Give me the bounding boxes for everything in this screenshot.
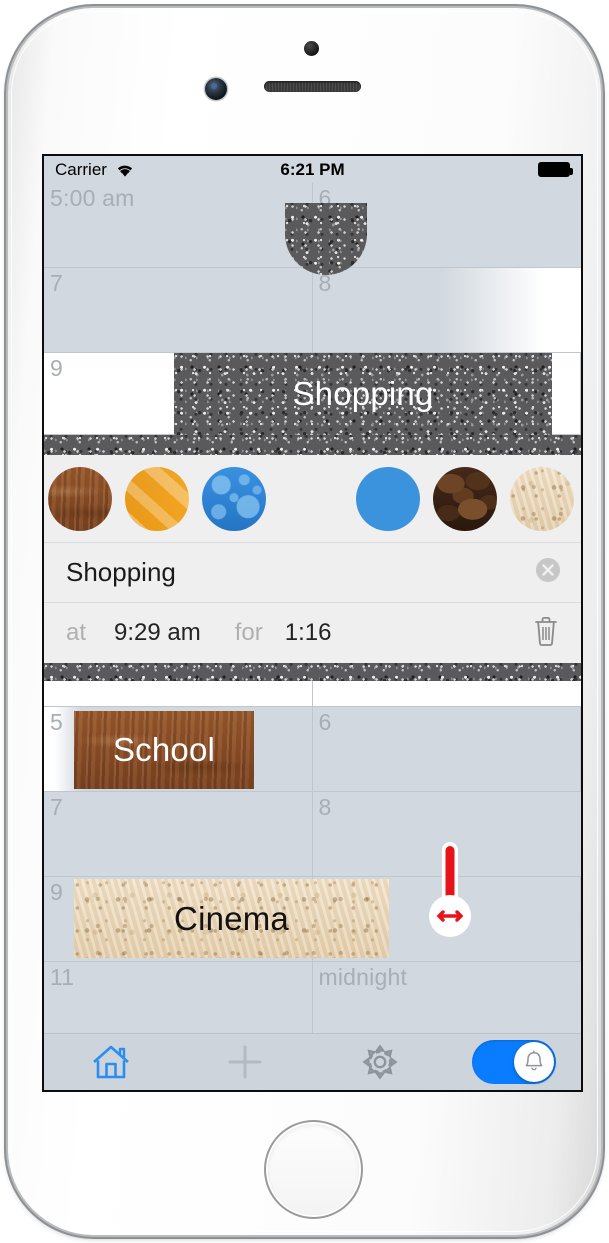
hour-label: 9 (50, 355, 63, 381)
hour-label: 9 (50, 879, 63, 905)
event-title: Shopping (292, 375, 434, 412)
resize-handle[interactable] (427, 842, 473, 940)
calendar-cell[interactable]: 5:00 am (44, 183, 313, 268)
swatch-bubbles[interactable] (202, 466, 266, 531)
event-title-value[interactable]: Shopping (66, 557, 176, 588)
hour-label: 5:00 am (50, 185, 135, 211)
calendar-cell[interactable]: 7 (44, 792, 313, 877)
event-duration[interactable]: 1:16 (285, 619, 332, 647)
toolbar-home-button[interactable] (44, 1043, 178, 1081)
calendar-cell[interactable]: 6 (312, 707, 581, 792)
status-bar: Carrier 6:21 PM (44, 156, 581, 183)
calendar-event-shopping[interactable]: Shopping (174, 353, 552, 435)
front-camera-icon (205, 78, 227, 100)
selected-texture-band (44, 435, 581, 455)
event-start-time[interactable]: 9:29 am (114, 619, 201, 647)
calendar-cell[interactable]: 7 (44, 268, 313, 353)
calendar-cell[interactable]: 8 (312, 268, 581, 353)
calendar-event-cinema[interactable]: Cinema (74, 879, 389, 958)
hour-label: 6 (318, 709, 332, 735)
swatch-coffee[interactable] (433, 466, 497, 531)
hour-label: 5 (50, 709, 63, 735)
event-detail-panel: Shopping at 9:29 am for 1:16 (44, 455, 581, 681)
toolbar-alerts-toggle-cell (447, 1040, 581, 1084)
calendar-row: 9 Cinema (44, 877, 581, 962)
for-label: for (234, 619, 263, 646)
color-picker (44, 455, 581, 543)
wifi-icon (117, 165, 133, 177)
event-title: School (112, 731, 216, 768)
at-label: at (66, 619, 87, 646)
calendar-cell[interactable] (44, 681, 313, 707)
calendar-row: 7 8 (44, 792, 581, 877)
swatch-cork[interactable] (510, 466, 574, 531)
calendar-cell[interactable] (312, 681, 581, 707)
phone-device: Carrier 6:21 PM 5:00 am 6 7 8 9 Shopping… (8, 8, 601, 1235)
proximity-sensor-icon (304, 41, 319, 56)
toolbar-add-button[interactable] (178, 1043, 312, 1081)
calendar-event-school[interactable]: School (74, 711, 254, 789)
home-button[interactable] (264, 1120, 363, 1219)
hour-label: 8 (318, 794, 332, 820)
carrier-label: Carrier (55, 159, 107, 179)
event-title: Cinema (174, 899, 289, 937)
status-bar-right (538, 162, 573, 177)
toggle-knob (513, 1042, 554, 1082)
calendar-row: 5 6 School (44, 707, 581, 792)
event-title-row: Shopping (44, 543, 581, 603)
toolbar-settings-button[interactable] (313, 1042, 447, 1082)
earpiece-speaker (264, 81, 361, 92)
hour-label: 7 (50, 794, 63, 820)
event-time-row: at 9:29 am for 1:16 (44, 603, 581, 663)
calendar-row (44, 681, 581, 707)
hour-label: midnight (318, 964, 408, 990)
swatch-blue[interactable] (356, 466, 420, 531)
status-bar-left: Carrier (55, 160, 136, 180)
hour-label: 7 (50, 270, 63, 296)
swatch-wood[interactable] (48, 466, 112, 531)
home-icon (93, 1045, 129, 1079)
bell-icon (525, 1050, 543, 1071)
gear-icon (362, 1044, 398, 1080)
phone-screen: Carrier 6:21 PM 5:00 am 6 7 8 9 Shopping… (44, 156, 581, 1090)
calendar-row: 9 Shopping (44, 353, 581, 435)
trash-icon[interactable] (531, 614, 561, 653)
battery-full-icon (538, 162, 573, 177)
plus-icon (228, 1045, 262, 1079)
swatch-orange[interactable] (125, 466, 189, 531)
detail-bottom-band (44, 663, 581, 681)
bottom-toolbar (44, 1033, 581, 1090)
clear-circle-icon[interactable] (533, 555, 563, 590)
calendar-row: 7 8 (44, 268, 581, 353)
top-calendar: 5:00 am 6 7 8 9 Shopping (44, 183, 581, 455)
alerts-toggle[interactable] (471, 1040, 556, 1084)
bottom-calendar: 5 6 School 7 8 9 Cinema 11 midnight (44, 681, 581, 1047)
hour-label: 11 (50, 964, 75, 990)
